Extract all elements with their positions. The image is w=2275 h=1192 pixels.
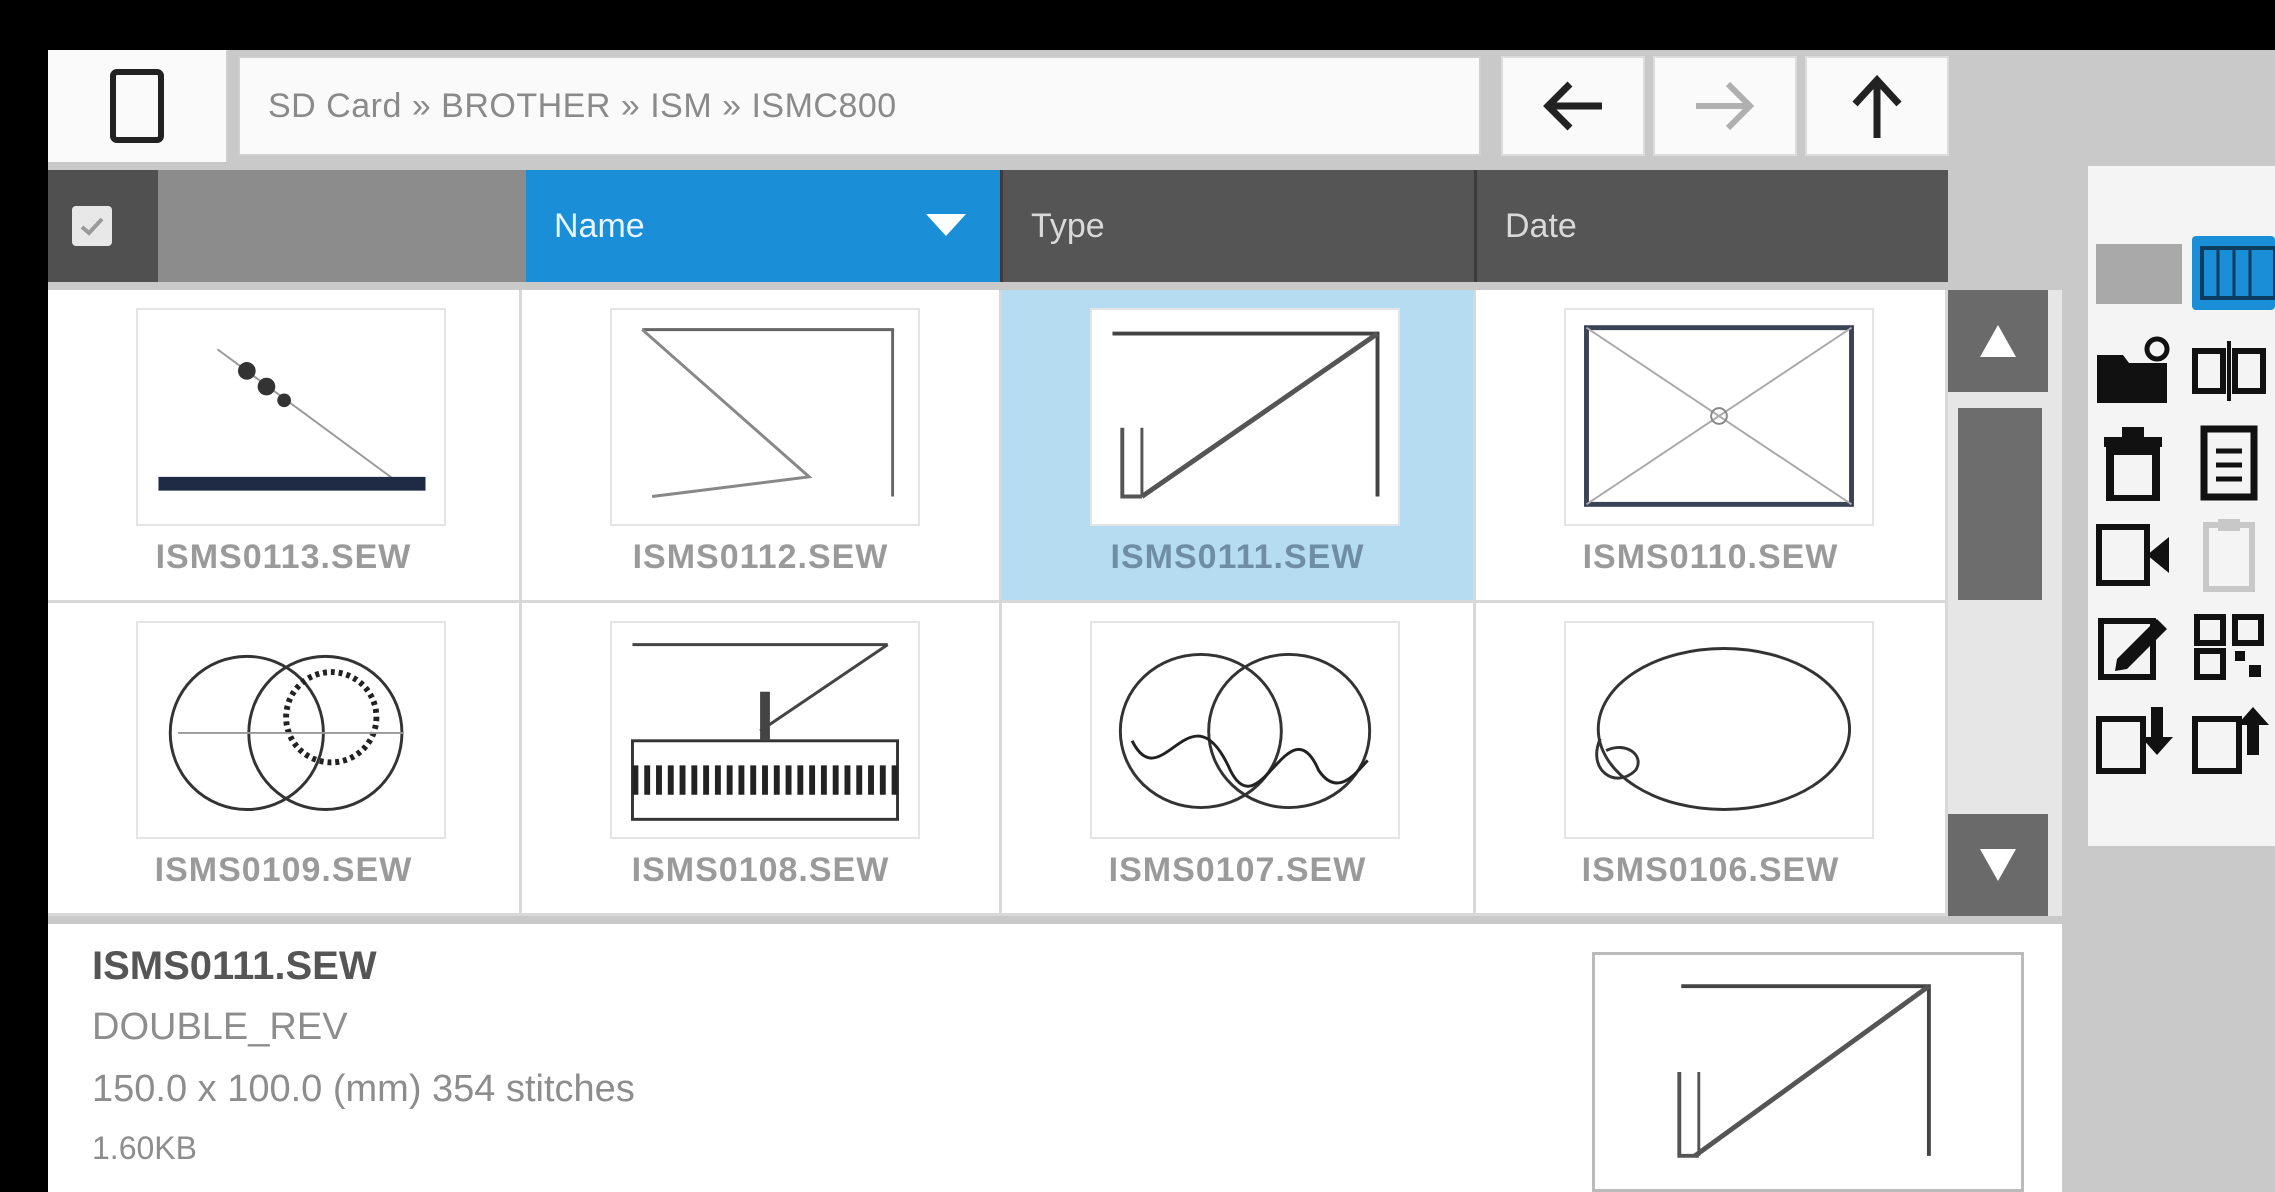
- up-arrow-icon: [1852, 74, 1902, 138]
- edit-button[interactable]: [2088, 602, 2178, 692]
- scroll-down-button[interactable]: [1948, 814, 2048, 916]
- check-icon: [80, 217, 104, 236]
- file-info-panel: ISMS0111.SEW DOUBLE_REV 150.0 x 100.0 (m…: [48, 924, 2062, 1192]
- clipboard-icon: [2203, 519, 2255, 592]
- pattern-thumbnail: [610, 308, 920, 526]
- name-column-label: Name: [554, 206, 645, 245]
- pattern-thumbnail: [136, 621, 446, 839]
- sort-by-name-tab[interactable]: Name: [526, 170, 1000, 282]
- file-menu-button[interactable]: [48, 50, 228, 162]
- file-tile[interactable]: ISMS0113.SEW: [48, 290, 522, 603]
- pattern-thumbnail: [1564, 621, 1874, 839]
- type-column-label: Type: [1031, 206, 1105, 245]
- file-tile[interactable]: ISMS0107.SEW: [1002, 603, 1476, 916]
- convert-icon: [2096, 524, 2169, 586]
- pattern-name: DOUBLE_REV: [92, 1006, 348, 1048]
- pattern-preview: [1592, 952, 2024, 1192]
- file-name: ISMS0107.SEW: [1108, 851, 1367, 889]
- paste-button[interactable]: [2184, 510, 2274, 600]
- forward-button[interactable]: [1653, 56, 1797, 156]
- grid-view-toggle[interactable]: [2192, 236, 2275, 310]
- split-button[interactable]: [2184, 326, 2274, 416]
- file-size: 1.60KB: [92, 1130, 197, 1166]
- file-name: ISMS0110.SEW: [1582, 538, 1839, 576]
- header-spacer: [158, 170, 526, 282]
- file-icon: [110, 69, 164, 143]
- selected-file-name: ISMS0111.SEW: [92, 944, 377, 988]
- select-all-checkbox[interactable]: [72, 206, 112, 246]
- triangle-up-icon: [1980, 325, 2016, 357]
- import-button[interactable]: [2088, 694, 2178, 784]
- pattern-thumbnail: [136, 308, 446, 526]
- delete-icon: [2104, 427, 2162, 501]
- breadcrumb-text: SD Card » BROTHER » ISM » ISMC800: [268, 86, 897, 125]
- export-button[interactable]: [2184, 694, 2274, 784]
- scroll-up-button[interactable]: [1948, 290, 2048, 392]
- delete-button[interactable]: [2088, 418, 2178, 508]
- pattern-thumbnail: [610, 621, 920, 839]
- file-name: ISMS0113.SEW: [155, 538, 412, 576]
- back-button[interactable]: [1501, 56, 1645, 156]
- file-tile-selected[interactable]: ISMS0111.SEW: [1002, 290, 1476, 603]
- date-column-label: Date: [1505, 206, 1577, 245]
- select-all-cell[interactable]: [48, 170, 158, 282]
- file-tile[interactable]: ISMS0112.SEW: [522, 290, 1002, 603]
- sort-dropdown-icon: [926, 214, 966, 236]
- forward-arrow-icon: [1696, 81, 1755, 131]
- pattern-dimensions: 150.0 x 100.0 (mm) 354 stitches: [92, 1068, 635, 1110]
- file-name: ISMS0112.SEW: [632, 538, 889, 576]
- file-name: ISMS0108.SEW: [631, 851, 890, 889]
- file-tile[interactable]: ISMS0106.SEW: [1476, 603, 1948, 916]
- file-grid: ISMS0113.SEW ISMS0112.SEW ISMS0111.SEW I…: [48, 290, 1948, 916]
- qr-code-button[interactable]: [2184, 602, 2274, 692]
- pattern-thumbnail: [1564, 308, 1874, 526]
- tool-panel: [2088, 166, 2275, 846]
- up-button[interactable]: [1805, 56, 1949, 156]
- export-icon: [2192, 707, 2269, 774]
- triangle-down-icon: [1980, 849, 2016, 881]
- file-tile[interactable]: ISMS0110.SEW: [1476, 290, 1948, 603]
- qr-code-icon: [2194, 614, 2264, 680]
- vertical-scrollbar[interactable]: [1948, 290, 2062, 916]
- pattern-thumbnail: [1090, 308, 1400, 526]
- document-button[interactable]: [2184, 418, 2274, 508]
- file-browser: SD Card » BROTHER » ISM » ISMC800 Name T…: [48, 50, 2275, 1192]
- scroll-thumb[interactable]: [1958, 408, 2042, 600]
- file-name: ISMS0109.SEW: [154, 851, 413, 889]
- sort-by-date-tab[interactable]: Date: [1474, 170, 1948, 282]
- new-folder-icon: [2097, 336, 2170, 403]
- file-name: ISMS0111.SEW: [1110, 538, 1365, 576]
- split-icon: [2192, 341, 2266, 401]
- file-name: ISMS0106.SEW: [1581, 851, 1840, 889]
- column-header-row: Name Type Date: [48, 170, 1948, 282]
- list-view-toggle[interactable]: [2096, 244, 2182, 304]
- new-folder-button[interactable]: [2088, 326, 2178, 416]
- edit-icon: [2098, 618, 2167, 680]
- convert-button[interactable]: [2088, 510, 2178, 600]
- sort-by-type-tab[interactable]: Type: [1000, 170, 1474, 282]
- grid-view-icon: [2200, 246, 2275, 300]
- breadcrumb-path[interactable]: SD Card » BROTHER » ISM » ISMC800: [238, 56, 1481, 156]
- file-tile[interactable]: ISMS0109.SEW: [48, 603, 522, 916]
- import-icon: [2096, 707, 2173, 774]
- back-arrow-icon: [1543, 81, 1602, 131]
- pattern-thumbnail: [1090, 621, 1400, 839]
- document-icon: [2200, 425, 2258, 501]
- file-tile[interactable]: ISMS0108.SEW: [522, 603, 1002, 916]
